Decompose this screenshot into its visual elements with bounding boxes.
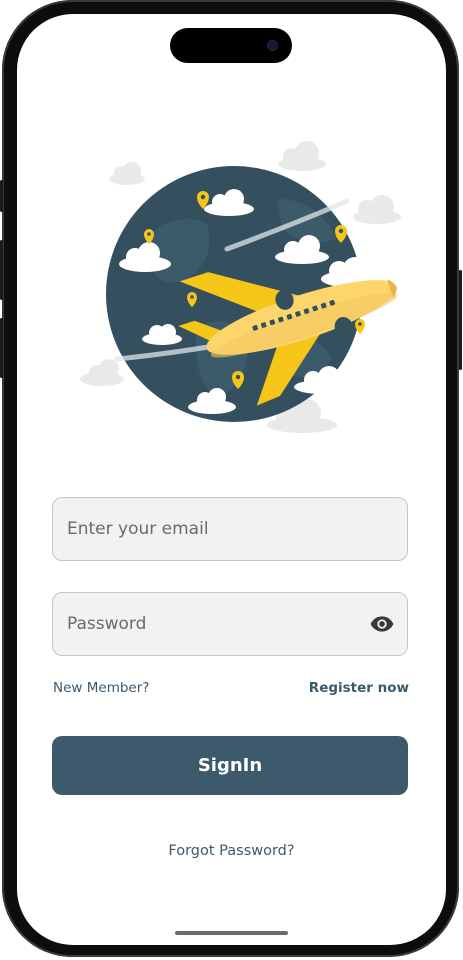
forgot-password-link[interactable]: Forgot Password? [17,843,446,859]
register-link[interactable]: Register now [309,680,409,696]
eye-icon[interactable] [369,611,395,637]
phone-volume-up-button [0,240,3,300]
location-pin-icon [355,319,365,334]
cloud-icon [80,359,124,386]
email-field[interactable] [52,497,408,561]
cloud-icon [109,162,145,185]
cloud-icon [278,141,326,171]
login-screen: New Member? Register now SignIn Forgot P… [17,14,446,945]
dynamic-island [170,28,292,63]
email-input[interactable] [65,518,395,540]
home-indicator[interactable] [175,931,288,935]
globe-airplane-illustration [80,141,401,433]
signin-button[interactable]: SignIn [52,736,408,795]
phone-power-button [459,270,462,370]
front-camera [267,40,278,51]
password-input[interactable] [65,613,369,635]
member-row: New Member? Register now [53,680,409,696]
phone-volume-down-button [0,318,3,378]
new-member-label: New Member? [53,680,150,696]
signin-button-label: SignIn [197,755,263,776]
password-field[interactable] [52,592,408,656]
cloud-icon [353,195,401,224]
phone-side-button [0,180,3,212]
